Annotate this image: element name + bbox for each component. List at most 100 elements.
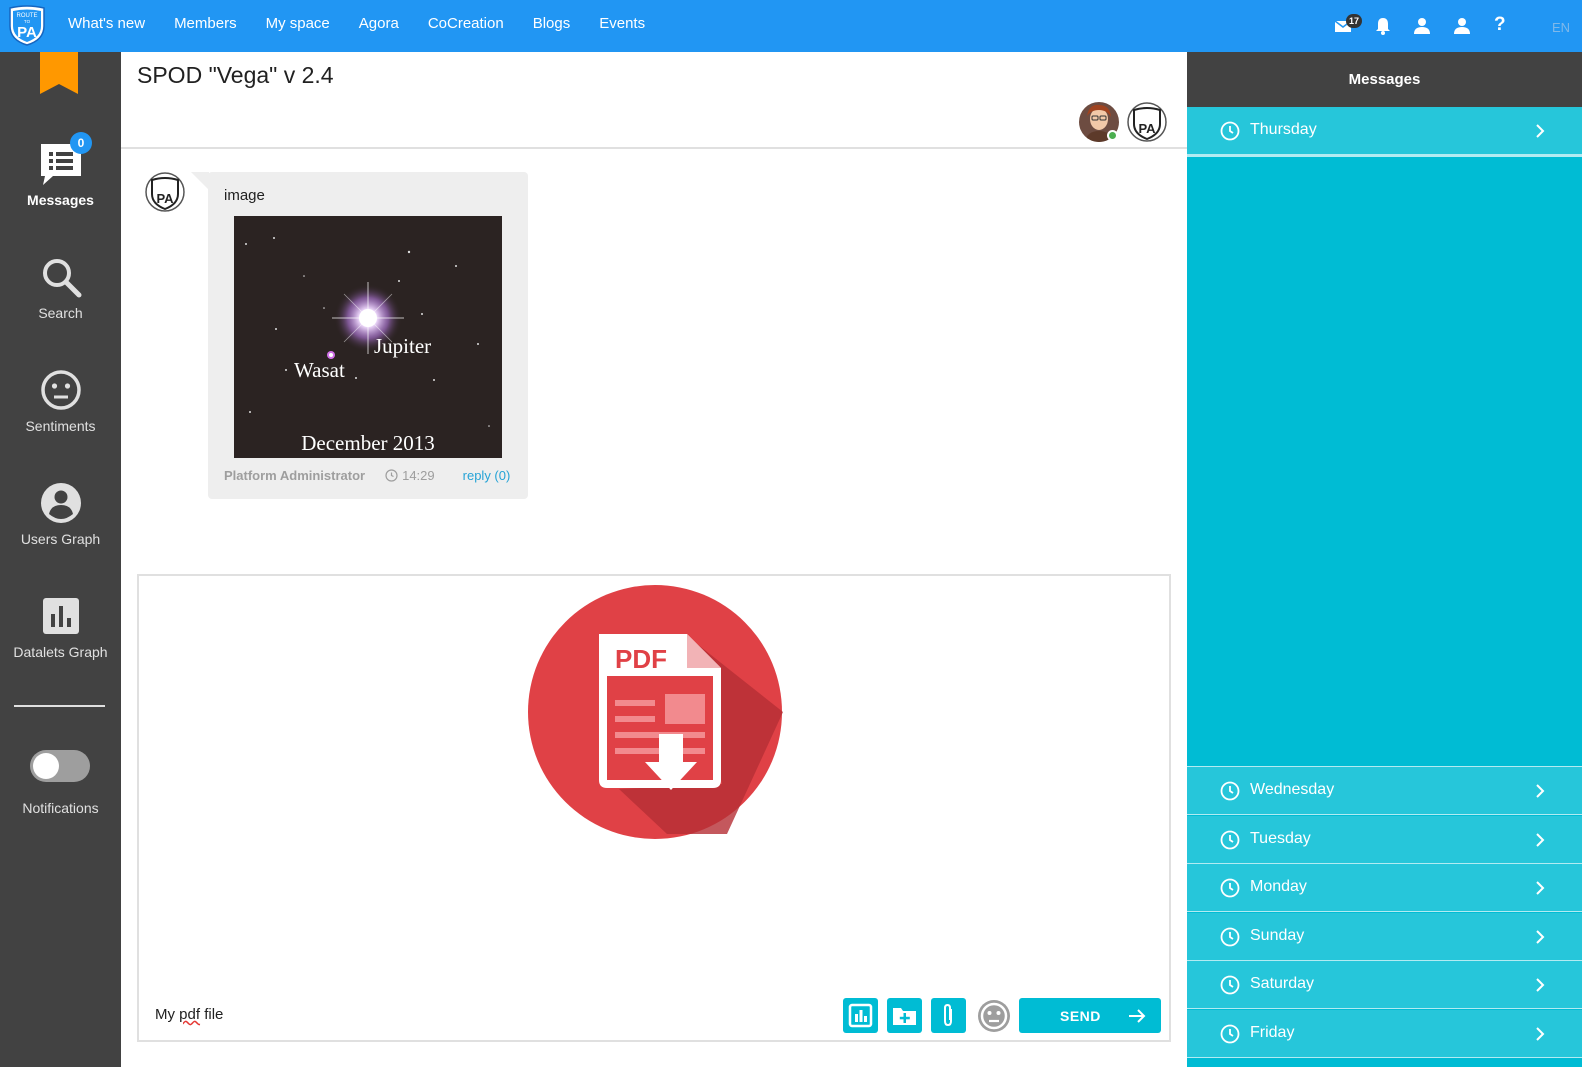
chevron-right-icon <box>1536 978 1545 992</box>
left-sidebar: Messages 0 Search Sentiments Users Graph <box>0 52 121 1067</box>
clock-icon <box>1220 1024 1240 1044</box>
sidebar-item-notifications: Notifications <box>0 794 121 816</box>
sidebar-item-messages[interactable]: Messages <box>0 142 121 208</box>
datalets-graph-label: Datalets Graph <box>13 644 108 660</box>
attach-file-button[interactable] <box>931 998 966 1033</box>
notifications-toggle[interactable] <box>30 750 90 782</box>
bar-chart-icon <box>42 598 79 634</box>
sidebar-item-sentiments[interactable]: Sentiments <box>0 368 121 434</box>
day-label: Thursday <box>1250 121 1317 138</box>
nav-cocreation[interactable]: CoCreation <box>428 0 504 52</box>
chart-icon <box>848 1003 873 1028</box>
emoji-icon[interactable] <box>977 999 1011 1033</box>
message-time: 14:29 <box>402 468 435 483</box>
sentiment-neutral-icon <box>40 370 81 410</box>
nav-blogs[interactable]: Blogs <box>533 0 571 52</box>
day-label: Sunday <box>1250 927 1305 944</box>
account-circle-icon <box>40 483 81 523</box>
chevron-right-icon <box>1536 930 1545 944</box>
clock-icon <box>1220 878 1240 898</box>
top-navigation-bar: ROUTE TO PA What's new Members My space … <box>0 0 1582 52</box>
message-bubble: image Jupiter Wasat December 2013 Platfo… <box>208 172 528 499</box>
search-icon <box>42 259 81 298</box>
chevron-right-icon <box>1536 833 1545 847</box>
image-caption: December 2013 <box>301 431 435 455</box>
day-label: Wednesday <box>1250 781 1335 798</box>
message-author[interactable]: Platform Administrator <box>224 468 365 483</box>
nav-my-space[interactable]: My space <box>266 0 330 52</box>
send-button[interactable]: SEND <box>1019 998 1161 1033</box>
sentiments-label: Sentiments <box>25 418 96 434</box>
chevron-right-icon <box>1536 784 1545 798</box>
clock-icon <box>1220 927 1240 947</box>
add-folder-button[interactable] <box>887 998 922 1033</box>
chevron-right-icon <box>1536 1027 1545 1041</box>
day-friday[interactable]: Friday <box>1187 1010 1582 1058</box>
nav-whats-new[interactable]: What's new <box>68 0 145 52</box>
pdf-label: PDF <box>615 644 667 674</box>
day-saturday[interactable]: Saturday <box>1187 961 1582 1009</box>
bookmark-icon <box>40 52 78 94</box>
composer-text-before: My <box>155 1006 180 1023</box>
member-avatar-admin[interactable]: PA <box>1127 102 1167 142</box>
language-selector[interactable]: EN <box>1552 20 1570 35</box>
route-to-pa-logo[interactable]: ROUTE TO PA <box>6 4 48 46</box>
pdf-file-icon[interactable]: PDF <box>527 584 783 840</box>
sidebar-item-datalets-graph[interactable]: Datalets Graph <box>0 594 121 660</box>
message-composer[interactable]: PDF My pdf file SEND <box>137 574 1171 1042</box>
image-label-jupiter: Jupiter <box>374 334 431 358</box>
clock-icon <box>1220 975 1240 995</box>
messages-label: Messages <box>27 192 94 208</box>
day-wednesday[interactable]: Wednesday <box>1187 767 1582 815</box>
composer-input-text[interactable]: My pdf file <box>155 1006 223 1023</box>
search-label: Search <box>38 305 83 321</box>
admin-avatar-text: PA <box>1138 121 1156 136</box>
nav-members[interactable]: Members <box>174 0 237 52</box>
nav-agora[interactable]: Agora <box>359 0 399 52</box>
composer-text-after: file <box>200 1006 224 1023</box>
clock-icon <box>1220 830 1240 850</box>
paperclip-icon <box>944 1003 952 1027</box>
clock-icon <box>1220 121 1240 141</box>
bell-icon[interactable] <box>1373 16 1393 36</box>
chat-room: SPOD "Vega" v 2.4 PA PA image Jupiter Wa… <box>121 52 1187 1067</box>
nav-events[interactable]: Events <box>599 0 645 52</box>
message-meta: Platform Administrator 14:29 reply (0) <box>224 468 519 483</box>
users-graph-label: Users Graph <box>20 531 101 547</box>
sidebar-item-search[interactable]: Search <box>0 255 121 321</box>
mail-count-badge: 17 <box>1346 14 1362 28</box>
day-sunday[interactable]: Sunday <box>1187 913 1582 961</box>
messages-count-badge: 0 <box>70 132 92 154</box>
image-label-wasat: Wasat <box>294 358 345 382</box>
sidebar-divider <box>14 705 105 707</box>
day-monday[interactable]: Monday <box>1187 864 1582 912</box>
notifications-label: Notifications <box>22 800 99 816</box>
chevron-right-icon <box>1536 124 1545 138</box>
day-thursday[interactable]: Thursday <box>1187 107 1582 155</box>
room-title: SPOD "Vega" v 2.4 <box>137 62 334 88</box>
bubble-tail <box>191 172 209 190</box>
main-nav: What's new Members My space Agora CoCrea… <box>68 0 674 52</box>
add-datalet-button[interactable] <box>843 998 878 1033</box>
thursday-messages-area <box>1187 157 1582 765</box>
day-tuesday[interactable]: Tuesday <box>1187 816 1582 864</box>
help-icon[interactable]: ? <box>1494 14 1506 36</box>
message-author-avatar[interactable]: PA <box>145 172 185 212</box>
logo-line3: PA <box>17 24 37 41</box>
day-label: Saturday <box>1250 975 1315 992</box>
messages-panel-header: Messages <box>1187 52 1582 107</box>
send-label: SEND <box>1060 1008 1101 1024</box>
composer-text-misspelled: pdf <box>179 1006 201 1023</box>
message-text: image <box>224 187 265 204</box>
profile-icon[interactable] <box>1452 16 1472 36</box>
reply-link[interactable]: reply (0) <box>463 468 511 483</box>
day-label: Monday <box>1250 878 1307 895</box>
clock-icon <box>385 469 398 482</box>
folder-plus-icon <box>893 1008 916 1025</box>
sidebar-item-users-graph[interactable]: Users Graph <box>0 481 121 547</box>
user-icon[interactable] <box>1412 16 1432 36</box>
day-label: Tuesday <box>1250 830 1311 847</box>
toggle-knob <box>33 753 59 779</box>
message-avatar-text: PA <box>156 191 174 206</box>
message-image-attachment[interactable]: Jupiter Wasat December 2013 <box>234 216 502 458</box>
